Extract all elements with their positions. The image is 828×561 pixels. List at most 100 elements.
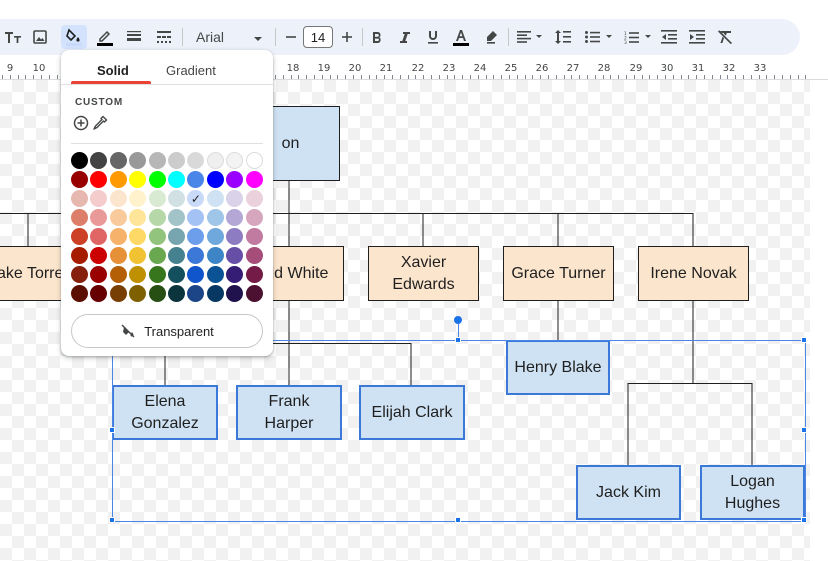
- org-node-frank[interactable]: Frank Harper: [236, 385, 342, 440]
- color-swatch[interactable]: [109, 209, 127, 226]
- resize-handle-bottom-right[interactable]: [801, 517, 807, 523]
- color-swatch[interactable]: [90, 266, 108, 283]
- align-icon[interactable]: [514, 25, 546, 49]
- color-swatch[interactable]: [187, 209, 205, 226]
- color-swatch[interactable]: [245, 228, 263, 245]
- color-swatch[interactable]: [109, 228, 127, 245]
- resize-handle-bottom-left[interactable]: [109, 517, 115, 523]
- color-swatch[interactable]: [129, 285, 147, 302]
- color-swatch[interactable]: [148, 152, 166, 169]
- color-swatch[interactable]: [226, 247, 244, 264]
- numbered-list-icon[interactable]: 123: [622, 25, 654, 49]
- fill-color-icon[interactable]: [61, 25, 87, 49]
- border-dash-icon[interactable]: [154, 25, 174, 49]
- color-swatch[interactable]: [148, 190, 166, 207]
- color-swatch[interactable]: ✓: [187, 190, 205, 207]
- border-weight-icon[interactable]: [124, 25, 144, 49]
- vertical-scrollbar[interactable]: [810, 80, 828, 561]
- add-custom-color-icon[interactable]: [73, 115, 89, 131]
- increase-font-icon[interactable]: [339, 25, 355, 49]
- color-swatch[interactable]: [226, 152, 244, 169]
- color-swatch[interactable]: [148, 171, 166, 188]
- color-swatch[interactable]: [148, 228, 166, 245]
- color-swatch[interactable]: [71, 247, 88, 264]
- color-swatch[interactable]: [90, 209, 108, 226]
- color-swatch[interactable]: [109, 247, 127, 264]
- color-swatch[interactable]: [168, 228, 185, 245]
- color-swatch[interactable]: [129, 209, 147, 226]
- color-swatch[interactable]: [245, 209, 263, 226]
- color-swatch[interactable]: [187, 247, 205, 264]
- color-swatch[interactable]: [71, 171, 88, 188]
- color-swatch[interactable]: [168, 266, 185, 283]
- org-node-jake[interactable]: ake Torre: [0, 246, 70, 301]
- color-swatch[interactable]: [226, 171, 244, 188]
- color-swatch[interactable]: [245, 171, 263, 188]
- color-swatch[interactable]: [148, 209, 166, 226]
- color-swatch[interactable]: [71, 285, 88, 302]
- decrease-indent-icon[interactable]: [659, 25, 679, 49]
- font-family-select[interactable]: Arial: [189, 25, 269, 49]
- color-swatch[interactable]: [245, 190, 263, 207]
- color-swatch[interactable]: [129, 152, 147, 169]
- color-swatch[interactable]: [206, 171, 224, 188]
- org-node-elena[interactable]: Elena Gonzalez: [112, 385, 218, 440]
- color-swatch[interactable]: [226, 190, 244, 207]
- color-swatch[interactable]: [245, 285, 263, 302]
- color-swatch[interactable]: [90, 152, 108, 169]
- color-swatch[interactable]: [109, 171, 127, 188]
- org-node-logan[interactable]: Logan Hughes: [700, 465, 805, 520]
- color-swatch[interactable]: [226, 228, 244, 245]
- color-swatch[interactable]: [168, 190, 185, 207]
- org-node-grace[interactable]: Grace Turner: [503, 246, 614, 301]
- color-swatch[interactable]: [109, 285, 127, 302]
- color-swatch[interactable]: [206, 247, 224, 264]
- color-swatch[interactable]: [129, 228, 147, 245]
- color-swatch[interactable]: [109, 152, 127, 169]
- tab-solid[interactable]: Solid: [97, 63, 129, 78]
- org-node-irene[interactable]: Irene Novak: [638, 246, 749, 301]
- color-swatch[interactable]: [226, 209, 244, 226]
- color-swatch[interactable]: [90, 190, 108, 207]
- color-swatch[interactable]: [90, 285, 108, 302]
- color-swatch[interactable]: [129, 171, 147, 188]
- underline-icon[interactable]: [424, 25, 442, 49]
- clear-formatting-icon[interactable]: [715, 25, 735, 49]
- transparent-button[interactable]: Transparent: [71, 314, 263, 348]
- color-swatch[interactable]: [168, 285, 185, 302]
- color-swatch[interactable]: [168, 152, 185, 169]
- color-swatch[interactable]: [109, 190, 127, 207]
- resize-handle-top-right[interactable]: [801, 337, 807, 343]
- org-node-elijah[interactable]: Elijah Clark: [359, 385, 465, 440]
- color-swatch[interactable]: [206, 266, 224, 283]
- color-swatch[interactable]: [129, 247, 147, 264]
- color-swatch[interactable]: [90, 228, 108, 245]
- color-swatch[interactable]: [168, 209, 185, 226]
- text-color-icon[interactable]: [450, 25, 472, 49]
- color-swatch[interactable]: [148, 266, 166, 283]
- border-color-icon[interactable]: [93, 25, 117, 49]
- color-swatch[interactable]: [90, 171, 108, 188]
- highlight-icon[interactable]: [482, 25, 500, 49]
- color-swatch[interactable]: [129, 190, 147, 207]
- color-swatch[interactable]: [129, 266, 147, 283]
- color-swatch[interactable]: [71, 152, 88, 169]
- color-swatch[interactable]: [187, 285, 205, 302]
- italic-icon[interactable]: [396, 25, 414, 49]
- color-swatch[interactable]: [71, 228, 88, 245]
- color-swatch[interactable]: [71, 266, 88, 283]
- text-style-icon[interactable]: [4, 25, 22, 49]
- color-swatch[interactable]: [206, 209, 224, 226]
- org-node-henry[interactable]: Henry Blake: [506, 340, 610, 395]
- color-swatch[interactable]: [245, 266, 263, 283]
- color-swatch[interactable]: [187, 152, 205, 169]
- color-swatch[interactable]: [71, 209, 88, 226]
- image-icon[interactable]: [31, 25, 49, 49]
- color-swatch[interactable]: [168, 171, 185, 188]
- color-swatch[interactable]: [148, 247, 166, 264]
- color-swatch[interactable]: [168, 247, 185, 264]
- resize-handle-top[interactable]: [455, 337, 461, 343]
- increase-indent-icon[interactable]: [687, 25, 707, 49]
- color-swatch[interactable]: [206, 190, 224, 207]
- color-swatch[interactable]: [109, 266, 127, 283]
